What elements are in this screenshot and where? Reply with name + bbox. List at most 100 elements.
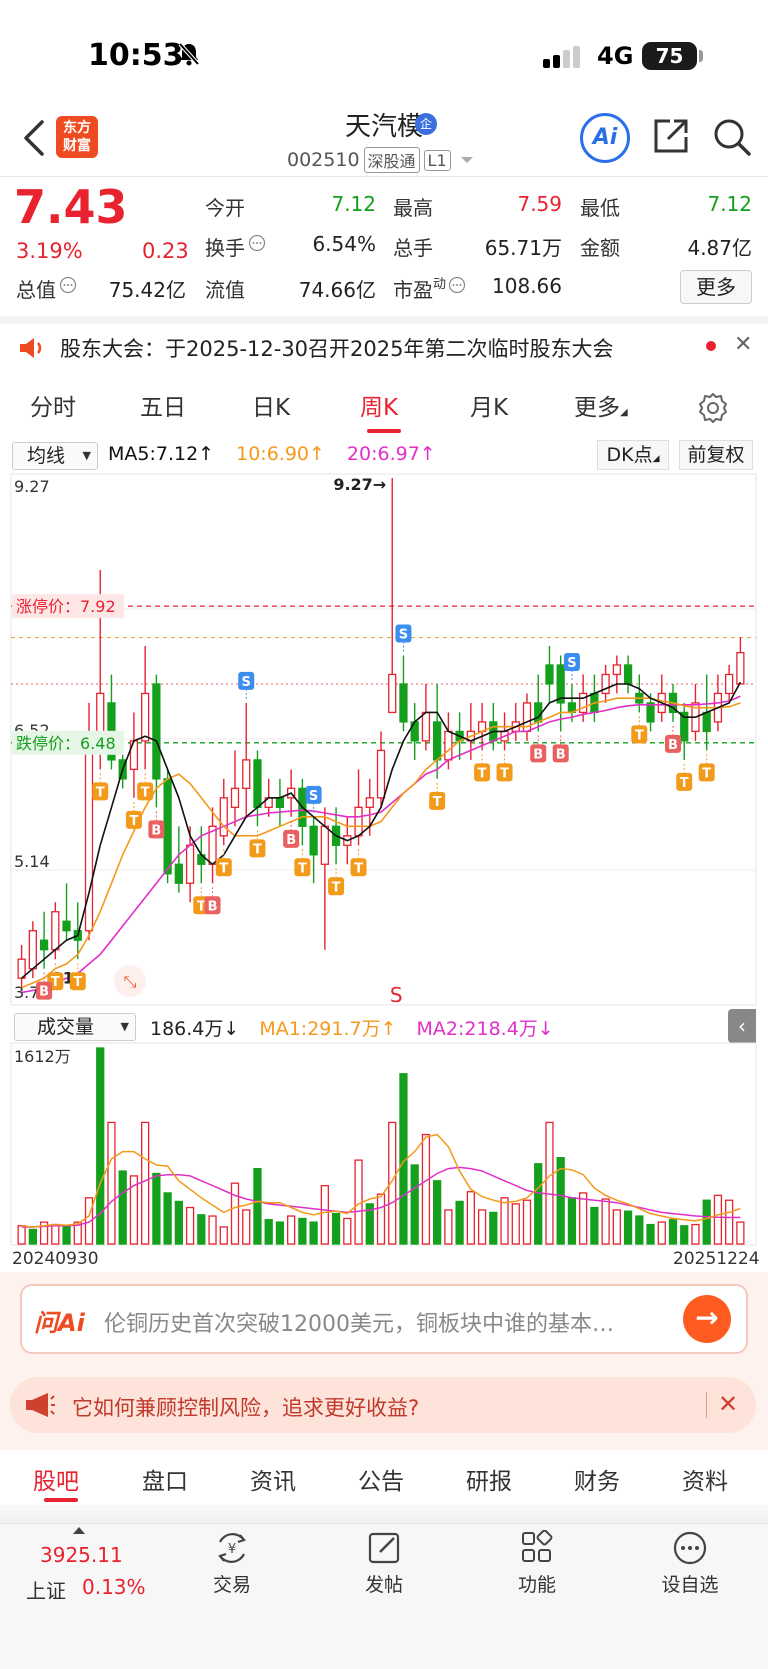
candle-up <box>219 797 228 837</box>
candle-up <box>365 797 374 808</box>
volume-bar-up <box>141 1121 150 1245</box>
volume-value: 65.71万 <box>484 236 562 260</box>
volume-bar-up <box>657 1221 666 1245</box>
tab-profile[interactable]: 资料 <box>682 1462 728 1496</box>
signal-letter: T <box>298 861 307 876</box>
volume-bar-down <box>410 1164 419 1245</box>
share-icon[interactable] <box>652 117 690 155</box>
volume-legend: 186.4万↓ MA1:291.7万↑ MA2:218.4万↓ <box>150 1014 554 1041</box>
low-value: 7.12 <box>707 192 752 216</box>
index-name[interactable]: 上证 <box>26 1575 66 1604</box>
volume-bar-up <box>421 1133 431 1245</box>
add-watchlist-label: 设自选 <box>661 1574 719 1596</box>
volume-bar-up <box>107 1121 116 1245</box>
ai-button[interactable]: Ai <box>580 113 630 163</box>
promo-close-button[interactable]: ✕ <box>718 1390 738 1418</box>
vol-current: 186.4万↓ <box>150 1018 240 1040</box>
amount-value: 4.87亿 <box>687 236 752 260</box>
ma20-legend: 20:6.97↑ <box>346 443 436 465</box>
open-label: 今开 <box>205 196 245 220</box>
stock-code-line[interactable]: 002510 深股通 L1 <box>287 147 477 173</box>
dk-point-button[interactable]: DK点◢ <box>597 440 669 470</box>
change-amount: 0.23 <box>142 239 189 263</box>
turnover-label-wrap[interactable]: 换手 <box>205 232 266 261</box>
pe-label-wrap[interactable]: 市盈 动 <box>393 274 466 303</box>
candlestick-chart[interactable]: 9.277.896.525.143.779.27→01涨停价：7.92跌停价：6… <box>0 472 768 1007</box>
functions-label: 功能 <box>517 1574 556 1596</box>
tab-more[interactable]: 更多◢ <box>574 388 628 422</box>
tab-news[interactable]: 资讯 <box>250 1462 296 1496</box>
volume-bar-up <box>287 1215 296 1245</box>
tab-finance[interactable]: 财务 <box>574 1462 620 1496</box>
expand-up-icon[interactable] <box>73 1527 85 1534</box>
tab-orderbook[interactable]: 盘口 <box>142 1462 188 1496</box>
index-change[interactable]: 0.13% <box>82 1575 146 1599</box>
volume-bar-up <box>376 1193 386 1245</box>
volume-bar-up <box>343 1217 352 1245</box>
gear-icon[interactable] <box>697 392 729 424</box>
tab-forum[interactable]: 股吧 <box>33 1462 79 1496</box>
expand-arrow-glyph: ⤡ <box>124 972 137 991</box>
functions-button[interactable]: 功能 <box>497 1530 577 1597</box>
high-value: 7.59 <box>517 192 562 216</box>
active-info-tab-indicator <box>44 1498 78 1502</box>
volume-bar-up <box>242 1209 251 1245</box>
signal-letter: T <box>635 728 644 743</box>
bell-mute-icon <box>178 42 200 66</box>
volume-max-label: 1612万 <box>14 1047 71 1066</box>
add-watchlist-button[interactable]: 设自选 <box>650 1530 730 1597</box>
tab-monthly-k[interactable]: 月K <box>470 388 508 422</box>
candle-down <box>433 721 442 761</box>
volume-label: 总手 <box>393 236 433 260</box>
y-axis-label: 5.14 <box>14 852 50 871</box>
signal-letter: T <box>219 861 228 876</box>
amount-label: 金额 <box>580 236 620 260</box>
candle-down <box>646 702 655 723</box>
ai-question-text[interactable]: 伦铜历史首次突破12000美元，铜板块中谁的基本… <box>104 1306 614 1338</box>
ai-submit-button[interactable]: → <box>683 1295 731 1343</box>
search-icon[interactable] <box>712 117 752 157</box>
candle-up <box>421 711 431 742</box>
vol-select-label: 成交量 <box>37 1016 95 1038</box>
tab-weekly-k[interactable]: 周K <box>360 388 398 422</box>
volume-chart[interactable]: 1612万 <box>0 1042 768 1247</box>
candle-down <box>623 664 633 685</box>
trade-button[interactable]: ¥ 交易 <box>192 1530 272 1597</box>
volume-bar-down <box>253 1167 262 1245</box>
post-button[interactable]: 发帖 <box>344 1530 424 1597</box>
candle-up <box>736 651 745 685</box>
candle-up <box>612 664 621 676</box>
candle-down <box>39 939 49 951</box>
index-value[interactable]: 3925.11 <box>40 1543 123 1567</box>
more-quote-button[interactable]: 更多 <box>680 270 752 304</box>
signal-letter: T <box>96 785 105 800</box>
end-date-label: 20251224 <box>673 1249 760 1269</box>
mktcap-value: 75.42亿 <box>108 278 186 302</box>
adjust-mode-button[interactable]: 前复权 <box>679 440 753 470</box>
tab-daily-k[interactable]: 日K <box>252 388 290 422</box>
volume-bar-up <box>736 1221 745 1245</box>
volume-bar-down <box>197 1214 206 1245</box>
signal-letter: T <box>354 861 363 876</box>
pe-label: 市盈 <box>393 278 433 302</box>
volume-bar-down <box>635 1215 644 1245</box>
signal-letter: B <box>556 747 566 762</box>
volume-indicator-select[interactable]: 成交量 ▼ <box>14 1013 136 1041</box>
candle-down <box>556 664 565 704</box>
collapse-panel-button[interactable]: ‹ <box>728 1009 756 1043</box>
signal-letter: T <box>141 785 150 800</box>
info-dots-icon <box>59 276 77 293</box>
notice-close-button[interactable]: ✕ <box>734 332 752 357</box>
tab-research[interactable]: 研报 <box>466 1462 512 1496</box>
ma-indicator-select[interactable]: 均线 ▼ <box>12 442 98 470</box>
candle-up <box>242 759 251 790</box>
limit-down-label: 跌停价：6.48 <box>16 734 116 753</box>
battery-cap <box>699 50 703 62</box>
mktcap-label-wrap[interactable]: 总值 <box>16 274 77 303</box>
tab-intraday[interactable]: 分时 <box>30 388 76 422</box>
volume-bar-down <box>28 1228 37 1245</box>
tab-announcements[interactable]: 公告 <box>358 1462 404 1496</box>
volume-bar-down <box>433 1180 442 1245</box>
change-percent: 3.19% <box>16 239 83 263</box>
tab-five-day[interactable]: 五日 <box>140 388 186 422</box>
